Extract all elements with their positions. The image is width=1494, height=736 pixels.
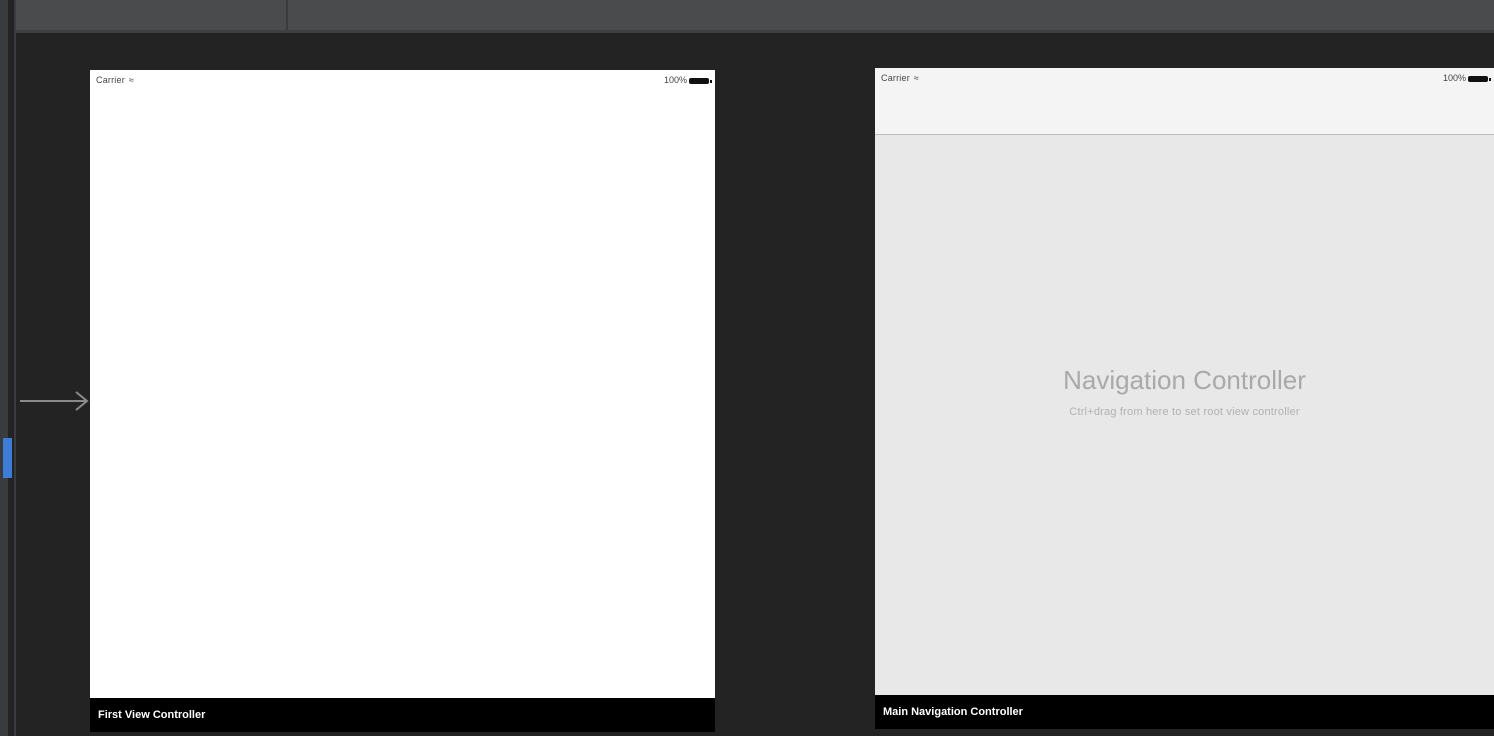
- first-view-controller-scene[interactable]: Carrier ≈ 100%: [90, 70, 715, 698]
- battery-percent: 100%: [663, 75, 687, 85]
- scene-label-main-navigation-controller[interactable]: Main Navigation Controller: [875, 695, 1494, 729]
- battery-percent: 100%: [1442, 73, 1466, 83]
- left-gutter: [0, 0, 8, 736]
- status-bar: Carrier ≈ 100%: [875, 68, 1494, 88]
- battery-indicator: 100%: [1442, 73, 1491, 83]
- top-bar-divider: [286, 0, 288, 30]
- navigation-controller-scene[interactable]: Carrier ≈ 100% Navigation Controller Ctrl…: [875, 68, 1494, 695]
- wifi-icon: ≈: [128, 75, 135, 85]
- carrier-label: Carrier ≈: [96, 75, 135, 85]
- battery-indicator: 100%: [663, 75, 712, 85]
- navigation-bar: [875, 88, 1494, 135]
- storyboard-canvas[interactable]: Carrier ≈ 100% First View Controller Carr…: [0, 0, 1494, 736]
- top-bar: [16, 0, 1494, 33]
- wifi-icon: ≈: [913, 73, 920, 83]
- battery-icon: [689, 77, 712, 84]
- carrier-label: Carrier ≈: [881, 73, 920, 83]
- selection-marker[interactable]: [3, 438, 12, 478]
- navigation-controller-title: Navigation Controller: [1063, 365, 1306, 395]
- scene-label-first-view-controller[interactable]: First View Controller: [90, 698, 715, 732]
- root-view-controller-hint[interactable]: Ctrl+drag from here to set root view con…: [875, 406, 1494, 418]
- status-bar: Carrier ≈ 100%: [90, 70, 715, 90]
- battery-icon: [1468, 75, 1491, 82]
- arrow-right-icon[interactable]: [20, 388, 92, 414]
- gutter-separator: [14, 0, 16, 736]
